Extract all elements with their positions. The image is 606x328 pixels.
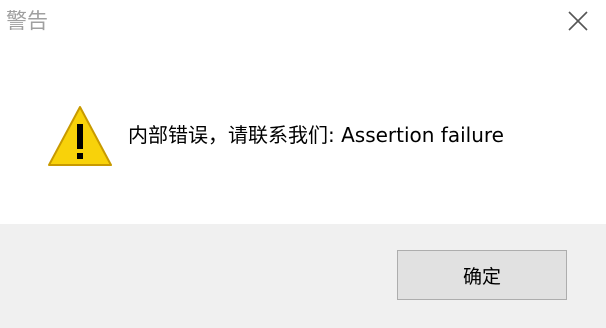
title-bar: 警告 — [0, 0, 606, 46]
ok-button[interactable]: 确定 — [397, 250, 567, 300]
warning-dialog: 警告 内部错误，请联系我们: Assertion failure 确定 — [0, 0, 606, 328]
close-icon — [568, 11, 588, 31]
message-area: 内部错误，请联系我们: Assertion failure — [0, 46, 606, 224]
button-bar: 确定 — [0, 224, 606, 328]
window-title: 警告 — [6, 9, 48, 33]
message-text: 内部错误，请联系我们: Assertion failure — [128, 123, 504, 147]
close-button[interactable] — [548, 0, 606, 44]
warning-icon — [48, 106, 112, 166]
